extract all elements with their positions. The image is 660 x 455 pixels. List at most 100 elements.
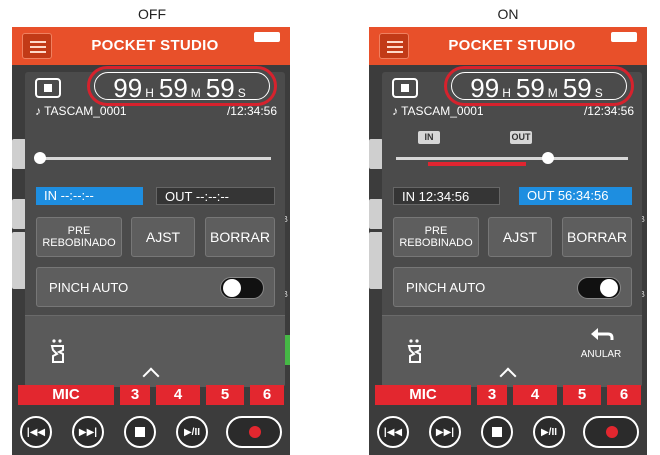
playback-settings-panel: ♪ TASCAM_0001 /12:34:56 99 H 59 M 59 S I…: [382, 66, 642, 387]
channel-5[interactable]: 5: [206, 385, 244, 405]
channel-mic[interactable]: MIC: [18, 385, 114, 405]
background-tab: [12, 259, 26, 289]
position-slider[interactable]: [396, 152, 628, 166]
panel-footer: [25, 315, 285, 387]
adjust-button[interactable]: AJST: [488, 217, 552, 257]
background-tab: [12, 199, 26, 229]
channel-strip: MIC 3 4 5 6: [369, 385, 647, 405]
background-tab: [12, 139, 26, 169]
loop-range: [428, 162, 526, 166]
channel-4[interactable]: 4: [513, 385, 557, 405]
channel-6[interactable]: 6: [250, 385, 284, 405]
background-tab: [369, 199, 383, 229]
background-tab: [369, 139, 383, 169]
background-tab: [369, 259, 383, 289]
pinch-auto-row: PINCH AUTO: [36, 267, 275, 307]
transport-bar: |◀◀ ▶▶| ▶/II: [369, 411, 647, 455]
out-point-field[interactable]: OUT 56:34:56: [519, 187, 632, 205]
timer-minutes: 59: [515, 73, 545, 103]
chevron-up-icon[interactable]: [499, 367, 517, 385]
channel-3[interactable]: 3: [120, 385, 150, 405]
timer-hours: 99: [113, 73, 143, 103]
record-button[interactable]: [226, 416, 282, 448]
pre-rewind-button[interactable]: PRE REBOBINADO: [393, 217, 479, 257]
timer-minutes: 59: [158, 73, 188, 103]
record-button[interactable]: [583, 416, 639, 448]
timer-minutes-unit: M: [547, 86, 558, 100]
caption-off: OFF: [138, 6, 166, 22]
time-counter: 99 H 59 M 59 S: [87, 66, 277, 106]
device-screen-on: POCKET STUDIO dB dB ♪ TASCAM_0001 /12:34…: [369, 27, 647, 455]
channel-4[interactable]: 4: [156, 385, 200, 405]
in-marker: IN: [418, 131, 440, 144]
pre-rewind-label: PRE REBOBINADO: [42, 225, 116, 249]
fast-forward-button[interactable]: ▶▶|: [72, 416, 104, 448]
timer-minutes-unit: M: [190, 86, 201, 100]
slider-knob[interactable]: [542, 152, 554, 164]
timer-seconds: 59: [205, 73, 235, 103]
in-point-field[interactable]: IN 12:34:56: [393, 187, 500, 205]
app-title: POCKET STUDIO: [448, 37, 576, 54]
undo-button[interactable]: ANULAR: [576, 326, 626, 360]
rewind-button[interactable]: |◀◀: [377, 416, 409, 448]
channel-5[interactable]: 5: [563, 385, 601, 405]
channel-3[interactable]: 3: [477, 385, 507, 405]
time-counter: 99 H 59 M 59 S: [444, 66, 634, 106]
background-tab: [369, 232, 383, 262]
pinch-auto-label: PINCH AUTO: [49, 280, 129, 295]
device-screen-off: POCKET STUDIO dB dB ♪ TASCAM_0001 /12:34…: [12, 27, 290, 455]
stop-button[interactable]: [124, 416, 156, 448]
timer-hours: 99: [470, 73, 500, 103]
timer-hours-unit: H: [145, 86, 154, 100]
toggle-knob: [223, 279, 241, 297]
top-bar: POCKET STUDIO: [369, 27, 647, 65]
menu-button[interactable]: [22, 33, 52, 59]
pinch-auto-toggle[interactable]: [220, 277, 264, 299]
play-pause-button[interactable]: ▶/II: [533, 416, 565, 448]
position-slider[interactable]: [34, 152, 271, 164]
background-tab: [12, 232, 26, 262]
panel-footer: ANULAR: [382, 315, 642, 387]
battery-icon: [254, 32, 280, 42]
pinch-auto-toggle[interactable]: [577, 277, 621, 299]
stop-icon: [35, 78, 61, 98]
file-total-time: /12:34:56: [226, 104, 277, 118]
file-total-time: /12:34:56: [583, 104, 634, 118]
channel-mic[interactable]: MIC: [375, 385, 471, 405]
timer-seconds-unit: S: [594, 86, 603, 100]
pinch-auto-row: PINCH AUTO: [393, 267, 632, 307]
toggle-knob: [600, 279, 618, 297]
caption-on: ON: [497, 6, 519, 22]
delete-button[interactable]: BORRAR: [562, 217, 632, 257]
slider-knob[interactable]: [34, 152, 46, 164]
channel-6[interactable]: 6: [607, 385, 641, 405]
rewind-button[interactable]: |◀◀: [20, 416, 52, 448]
file-name: ♪ TASCAM_0001: [35, 104, 127, 118]
tuner-icon[interactable]: [406, 338, 426, 364]
pre-rewind-label: PRE REBOBINADO: [399, 225, 473, 249]
playback-settings-panel: ♪ TASCAM_0001 /12:34:56 99 H 59 M 59 S I…: [25, 66, 285, 387]
tuner-icon[interactable]: [49, 338, 69, 364]
pinch-auto-label: PINCH AUTO: [406, 280, 486, 295]
out-marker: OUT: [510, 131, 532, 144]
undo-arrow-icon: [591, 328, 614, 340]
battery-icon: [611, 32, 637, 42]
pre-rewind-button[interactable]: PRE REBOBINADO: [36, 217, 122, 257]
menu-button[interactable]: [379, 33, 409, 59]
fast-forward-button[interactable]: ▶▶|: [429, 416, 461, 448]
stop-square-icon: [492, 427, 502, 437]
delete-button[interactable]: BORRAR: [205, 217, 275, 257]
stop-icon: [392, 78, 418, 98]
out-point-field[interactable]: OUT --:--:--: [156, 187, 275, 205]
in-point-field[interactable]: IN --:--:--: [36, 187, 143, 205]
chevron-up-icon[interactable]: [142, 367, 160, 385]
adjust-button[interactable]: AJST: [131, 217, 195, 257]
stop-button[interactable]: [481, 416, 513, 448]
timer-seconds: 59: [562, 73, 592, 103]
app-title: POCKET STUDIO: [91, 37, 219, 54]
transport-bar: |◀◀ ▶▶| ▶/II: [12, 411, 290, 455]
play-pause-button[interactable]: ▶/II: [176, 416, 208, 448]
timer-seconds-unit: S: [237, 86, 246, 100]
top-bar: POCKET STUDIO: [12, 27, 290, 65]
channel-strip: MIC 3 4 5 6: [12, 385, 290, 405]
